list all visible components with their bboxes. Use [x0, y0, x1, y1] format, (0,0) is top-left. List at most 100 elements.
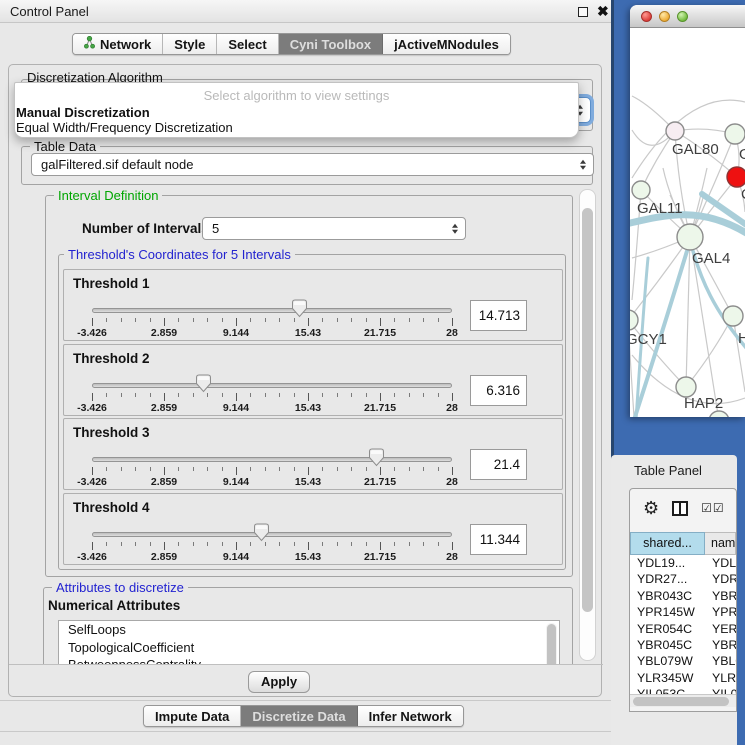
slider-tick-label: -3.426 — [62, 402, 122, 414]
apply-button[interactable]: Apply — [248, 671, 310, 693]
slider-tick — [250, 393, 251, 397]
table-row[interactable]: YBL079WYBL07 — [630, 653, 736, 669]
slider-tick-label: 9.144 — [206, 476, 266, 488]
list-scrollbar[interactable] — [546, 623, 557, 665]
slider-tick — [394, 318, 395, 322]
slider-track[interactable] — [92, 308, 452, 313]
algorithm-popup: Select algorithm to view settings Manual… — [14, 82, 579, 138]
network-node-ga[interactable] — [725, 124, 745, 144]
slider-track[interactable] — [92, 457, 452, 462]
slider-tick — [265, 542, 266, 546]
slider-tick — [236, 467, 237, 475]
column-header-shared[interactable]: shared... — [630, 532, 705, 555]
table-row[interactable]: YBR045CYBR04 — [630, 637, 736, 653]
tab-cyni-toolbox[interactable]: Cyni Toolbox — [279, 34, 383, 54]
slider-tick-label: 21.715 — [350, 327, 410, 339]
tab-jactivemnodules[interactable]: jActiveMNodules — [383, 34, 510, 54]
network-node-hap2[interactable] — [676, 377, 696, 397]
table-row[interactable]: YPR145WYPR14 — [630, 604, 736, 620]
slider-tick — [394, 467, 395, 471]
table-data-combo[interactable]: galFiltered.sif default node — [31, 153, 594, 176]
settings-vertical-scrollbar[interactable] — [579, 189, 596, 661]
tab-discretize-data[interactable]: Discretize Data — [241, 706, 357, 726]
tab-select[interactable]: Select — [217, 34, 278, 54]
tab-network[interactable]: Network — [73, 34, 163, 54]
slider-tick — [193, 318, 194, 322]
num-intervals-combo[interactable]: 5 — [202, 217, 466, 240]
slider-tick — [438, 542, 439, 546]
popup-item-equal-width[interactable]: Equal Width/Frequency Discretization — [15, 120, 578, 135]
split-view-icon[interactable] — [672, 501, 688, 516]
minimize-traffic-icon[interactable] — [659, 11, 670, 22]
slider-tick — [409, 467, 410, 471]
threshold-value-field[interactable]: 21.4 — [470, 449, 527, 480]
slider-thumb[interactable] — [195, 374, 212, 393]
slider-thumb[interactable] — [291, 299, 308, 318]
table-row[interactable]: YBR043CYBR04 — [630, 588, 736, 604]
slider-tick — [322, 393, 323, 397]
slider-tick — [438, 467, 439, 471]
slider-track[interactable] — [92, 383, 452, 388]
horizontal-scrollbar[interactable] — [630, 694, 736, 707]
slider-tick-label: -3.426 — [62, 476, 122, 488]
slider-tick — [236, 318, 237, 326]
network-node-gcy1[interactable] — [630, 310, 638, 330]
table-row[interactable]: YER054CYER05 — [630, 621, 736, 637]
numerical-attributes-list[interactable]: SelfLoopsTopologicalCoefficientBetweenne… — [58, 620, 560, 665]
slider-tick — [438, 318, 439, 322]
slider-tick — [222, 467, 223, 471]
zoom-traffic-icon[interactable] — [677, 11, 688, 22]
slider-tick-label: 2.859 — [134, 551, 194, 563]
gear-icon[interactable]: ⚙ — [643, 499, 659, 517]
close-traffic-icon[interactable] — [641, 11, 652, 22]
tab-style[interactable]: Style — [163, 34, 217, 54]
table-header-row: shared...name — [630, 532, 736, 555]
top-tab-bar: Network Style SelectCyni ToolboxjActiveMNo… — [72, 33, 511, 55]
network-node-label: HAP2 — [684, 395, 723, 412]
table-row[interactable]: YDL19...YDL19 — [630, 555, 736, 571]
slider-track[interactable] — [92, 532, 452, 537]
threshold-value-field[interactable]: 6.316 — [470, 375, 527, 406]
cell-name: YBR04 — [705, 637, 736, 653]
column-header-name[interactable]: name — [705, 532, 736, 555]
slider-tick — [294, 542, 295, 546]
cell-shared-name: YDR27... — [630, 571, 705, 587]
scrollbar-thumb[interactable] — [582, 208, 593, 612]
slider-thumb[interactable] — [253, 523, 270, 542]
network-node-h[interactable] — [723, 306, 743, 326]
close-icon[interactable]: ✖ — [597, 3, 609, 20]
slider-tick-label: 21.715 — [350, 551, 410, 563]
cell-name: YDL19 — [705, 555, 736, 571]
network-node-gal80[interactable] — [666, 122, 684, 140]
scrollbar-thumb[interactable] — [633, 697, 729, 706]
network-canvas[interactable]: GAL80GACGAL11GAL4GCY1HHAP2 — [630, 28, 745, 417]
threshold-2-panel: Threshold 2-3.4262.8599.14415.4321.71528… — [63, 344, 563, 416]
attribute-item-topologicalcoefficient[interactable]: TopologicalCoefficient — [59, 639, 559, 657]
checkbox-icons[interactable]: ☑☑ — [701, 501, 725, 515]
table-row[interactable]: YDR27...YDR27 — [630, 571, 736, 587]
slider-thumb[interactable] — [368, 448, 385, 467]
threshold-value-field[interactable]: 14.713 — [470, 300, 527, 331]
float-window-icon[interactable] — [578, 7, 588, 17]
network-node-gal4[interactable] — [677, 224, 703, 250]
slider-tick — [423, 393, 424, 397]
network-view-window[interactable]: GAL80GACGAL11GAL4GCY1HHAP2 — [630, 5, 745, 417]
divider — [9, 664, 603, 665]
tab-infer-network[interactable]: Infer Network — [358, 706, 463, 726]
network-node-gal11[interactable] — [632, 181, 650, 199]
network-node-c[interactable] — [727, 167, 745, 187]
slider-tick — [279, 467, 280, 471]
tab-label: Style — [174, 37, 205, 52]
popup-item-manual-discretization[interactable]: Manual Discretization — [15, 105, 578, 120]
cell-name: YDR27 — [705, 571, 736, 587]
attribute-item-selfloops[interactable]: SelfLoops — [59, 621, 559, 639]
threshold-1-panel: Threshold 1-3.4262.8599.14415.4321.71528… — [63, 269, 563, 341]
slider-tick — [366, 393, 367, 397]
table-panel: Table Panel ⚙ ☑☑ shared...name YDL19...Y… — [611, 455, 737, 745]
threshold-value-field[interactable]: 11.344 — [470, 524, 527, 555]
slider-tick — [121, 318, 122, 322]
slider-tick — [322, 318, 323, 322]
tab-impute-data[interactable]: Impute Data — [144, 706, 241, 726]
threshold-4-panel: Threshold 4-3.4262.8599.14415.4321.71528… — [63, 493, 563, 565]
table-row[interactable]: YLR345WYLR34 — [630, 670, 736, 686]
